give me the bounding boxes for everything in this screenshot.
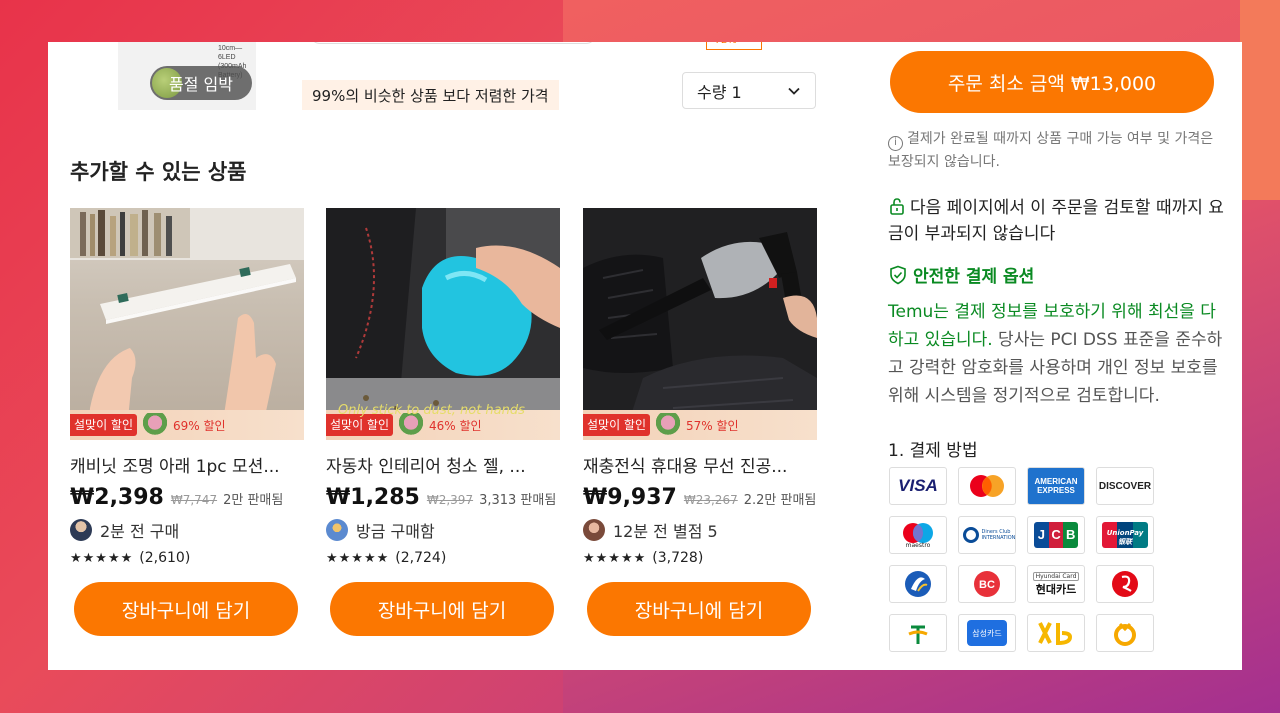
product-image[interactable]: 설맞이 할인 46% 할인 Only stick to dust, not ha… [326,208,560,440]
section-title: 추가할 수 있는 상품 [70,160,247,184]
sold-count: 3,313 판매됨 [479,493,557,508]
rating: ★★★★★ (2,610) [70,550,304,566]
star-icon: ★★★★★ [326,550,390,566]
notice-text: 결제가 완료될 때까지 상품 구매 가능 여부 및 가격은 보장되지 않습니다. [888,131,1214,170]
recent-buyer: 2분 전 구매 [70,518,304,542]
promo-bar: 설맞이 할인 69% 할인 [70,410,304,440]
soldout-label: 품절 임박 [169,75,233,94]
product-name[interactable]: 캐비닛 조명 아래 1pc 모션... [70,452,304,477]
spec-line-1: 10cm—6LED [218,45,243,61]
safe-payment-title[interactable]: 안전한 결제 옵션 [888,262,1228,287]
lock-message-text: 다음 페이지에서 이 주문을 검토할 때까지 요금이 부과되지 않습니다 [888,198,1224,244]
amex-icon: AMERICAN EXPRESS [1027,467,1085,505]
rating: ★★★★★ (3,728) [583,550,817,566]
recent-buyer: 방금 구매함 [326,518,560,542]
discount-label: 69% 할인 [173,418,226,433]
availability-notice: i 결제가 완료될 때까지 상품 구매 가능 여부 및 가격은 보장되지 않습니다… [888,128,1228,174]
vacuum-illustration [583,208,817,440]
payment-method-title: 1. 결제 방법 [888,441,978,461]
price: ₩1,285 [326,485,420,510]
discount-tag: -72% [706,42,762,50]
star-icon: ★★★★★ [583,550,647,566]
product-card[interactable]: 설맞이 할인 57% 할인 재충전식 휴대용 무선 진공... ₩9,937 ₩… [583,208,817,636]
original-price: ₩7,747 [170,493,218,507]
product-image[interactable]: 설맞이 할인 69% 할인 [70,208,304,440]
product-image[interactable]: 설맞이 할인 57% 할인 [583,208,817,440]
price: ₩9,937 [583,485,677,510]
safe-payment-text: Temu는 결제 정보를 보호하기 위해 최선을 다하고 있습니다. 당사는 P… [888,298,1228,410]
cabinet-light-illustration [70,208,304,440]
maestro-icon: maestro [889,516,947,554]
payment-methods-grid: VISA AMERICAN EXPRESS DISCOVER maestro D… [889,467,1154,652]
promo-tag: 설맞이 할인 [70,414,138,436]
shield-check-icon [890,265,906,284]
original-price: ₩23,267 [683,493,738,507]
cheaper-price-tag: 99%의 비슷한 상품 보다 저렴한 가격 [302,80,559,110]
product-name[interactable]: 재충전식 휴대용 무선 진공... [583,452,817,477]
hyundai-card-icon: Hyundai Card 현대카드 [1027,565,1085,603]
discount-label: 46% 할인 [429,418,482,433]
nh-card-icon [889,614,947,652]
lotte-card-icon [1096,565,1154,603]
bc-card-icon: BC [958,565,1016,603]
order-button[interactable]: 주문 최소 금액 ₩13,000 [890,51,1214,113]
review-count: (2,724) [395,550,447,566]
buyer-text: 방금 구매함 [356,522,435,541]
buyer-text: 12분 전 별점 5 [613,522,718,541]
promo-deco-icon [654,413,683,437]
avatar [326,519,348,541]
price-row: ₩9,937 ₩23,267 2.2만 판매됨 [583,485,817,510]
info-icon: i [888,136,903,151]
lock-message: 다음 페이지에서 이 주문을 검토할 때까지 요금이 부과되지 않습니다 [888,195,1228,247]
jcb-icon: J C B [1027,516,1085,554]
samsung-card-icon: 삼성카드 [958,614,1016,652]
product-card[interactable]: 설맞이 할인 69% 할인 캐비닛 조명 아래 1pc 모션... ₩2,398… [70,208,304,636]
shinhan-card-icon [889,565,947,603]
sold-count: 2.2만 판매됨 [743,493,817,508]
safe-title-text: 안전한 결제 옵션 [913,267,1035,287]
rating: ★★★★★ (2,724) [326,550,560,566]
diners-club-icon: Diners Club INTERNATIONAL [958,516,1016,554]
review-count: (3,728) [652,550,704,566]
visa-icon: VISA [889,467,947,505]
add-to-cart-button[interactable]: 장바구니에 담기 [587,582,811,636]
background-accent [1240,0,1280,200]
discount-label: 57% 할인 [686,418,739,433]
lock-icon [890,198,904,215]
cart-panel: 10cm—6LED (300mAh Battery) 품절 임박 -72% 99… [48,42,1242,670]
chevron-down-icon [788,87,800,95]
image-caption: Only stick to dust, not hands [338,403,525,418]
promo-deco-icon [141,413,170,437]
promo-tag: 설맞이 할인 [583,414,651,436]
product-name[interactable]: 자동차 인테리어 청소 젤, ... [326,452,560,477]
price-row: ₩1,285 ₩2,397 3,313 판매됨 [326,485,560,510]
kb-card-icon [1027,614,1085,652]
quantity-select[interactable]: 수량 1 [682,72,816,109]
recent-buyer: 12분 전 별점 5 [583,518,817,542]
avatar [583,519,605,541]
price: ₩2,398 [70,485,164,510]
soldout-badge: 품절 임박 [150,66,252,100]
discover-icon: DISCOVER [1096,467,1154,505]
unionpay-icon: UnionPay 银联 [1096,516,1154,554]
sold-count: 2만 판매됨 [223,493,284,508]
star-icon: ★★★★★ [70,550,134,566]
add-to-cart-button[interactable]: 장바구니에 담기 [330,582,554,636]
top-field-edge [310,42,596,44]
original-price: ₩2,397 [426,493,474,507]
svg-text:BC: BC [979,579,995,591]
promo-bar: 설맞이 할인 57% 할인 [583,410,817,440]
quantity-label: 수량 1 [697,82,742,102]
buyer-text: 2분 전 구매 [100,522,180,541]
hana-card-icon [1096,614,1154,652]
review-count: (2,610) [139,550,191,566]
add-to-cart-button[interactable]: 장바구니에 담기 [74,582,298,636]
avatar [70,519,92,541]
price-row: ₩2,398 ₩7,747 2만 판매됨 [70,485,304,510]
product-card[interactable]: 설맞이 할인 46% 할인 Only stick to dust, not ha… [326,208,560,636]
mastercard-icon [958,467,1016,505]
